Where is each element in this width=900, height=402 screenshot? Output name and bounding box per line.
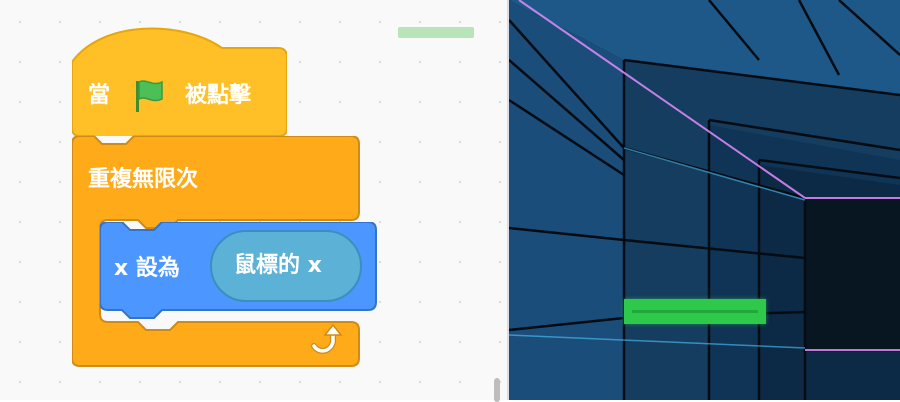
stage[interactable] <box>509 0 900 400</box>
forever-block-label: 重複無限次 <box>88 167 199 192</box>
mouse-x-reporter-label: 鼠標的 x <box>234 253 322 278</box>
code-workspace[interactable]: 當 被點擊 重複無限次 x 設為 鼠標的 x <box>0 0 507 402</box>
green-flag-icon <box>132 78 166 114</box>
paddle-sprite[interactable] <box>624 299 766 324</box>
tunnel-backdrop <box>509 0 900 400</box>
sprite-thumbnail[interactable] <box>398 27 474 38</box>
loop-arrow-icon <box>308 322 344 356</box>
hat-block-prefix-label: 當 <box>88 83 111 108</box>
mouse-x-reporter[interactable]: 鼠標的 x <box>210 230 362 302</box>
set-x-block[interactable]: x 設為 鼠標的 x <box>100 222 380 327</box>
when-flag-clicked-block[interactable]: 當 被點擊 <box>72 20 287 136</box>
set-x-block-label: x 設為 <box>114 256 180 281</box>
hat-block-suffix-label: 被點擊 <box>185 83 252 108</box>
vertical-scrollbar[interactable] <box>494 378 500 402</box>
